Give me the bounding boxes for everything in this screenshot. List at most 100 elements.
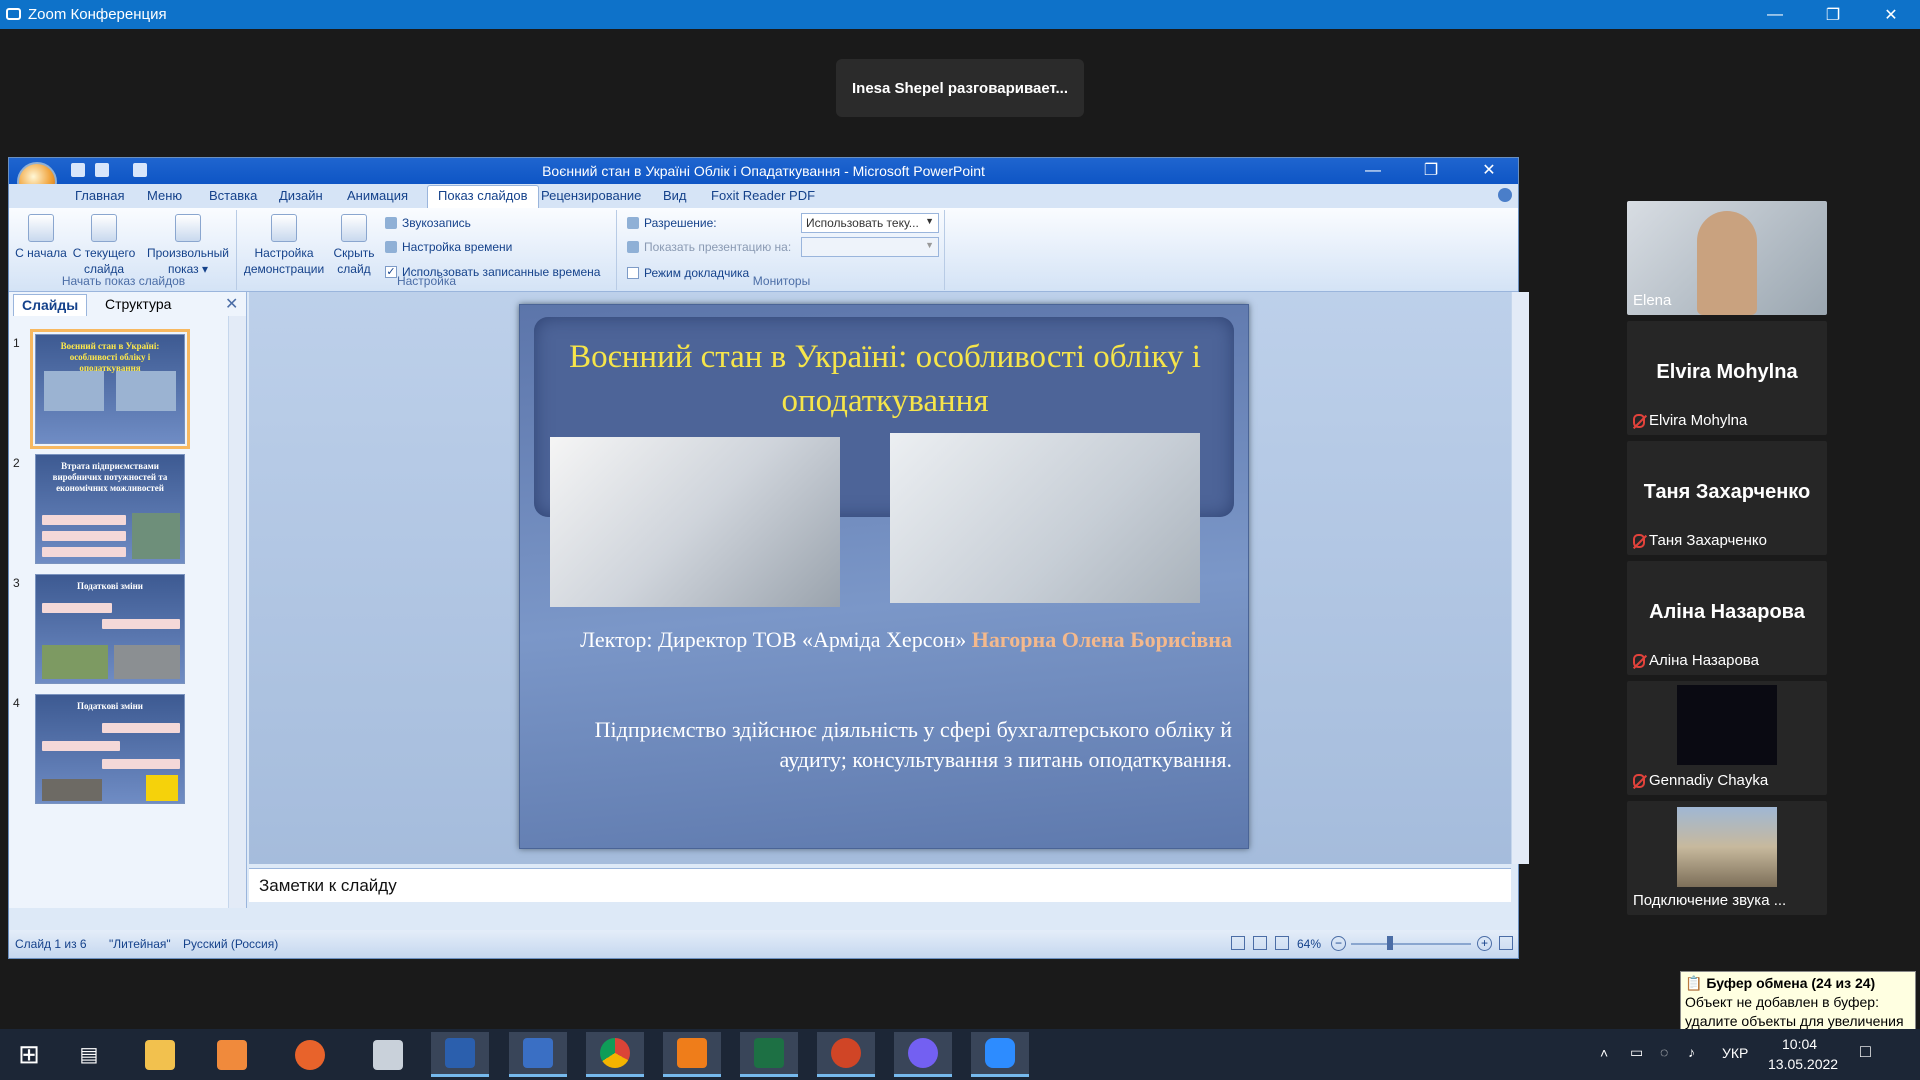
thumb-block xyxy=(42,547,126,557)
firefox-button[interactable] xyxy=(281,1032,339,1077)
zoom-in-icon[interactable]: + xyxy=(1477,936,1492,951)
tab-insert[interactable]: Вставка xyxy=(209,188,257,203)
start-button[interactable]: ⊞ xyxy=(0,1032,58,1077)
speaker-icon[interactable]: ♪ xyxy=(1688,1044,1695,1060)
tab-home[interactable]: Главная xyxy=(75,188,124,203)
tab-design[interactable]: Дизайн xyxy=(279,188,323,203)
slide-thumbnail-2[interactable]: Втрата підприємствами виробничих потужно… xyxy=(35,454,185,564)
participant-tile[interactable]: Аліна Назарова Аліна Назарова xyxy=(1627,561,1827,675)
group-setup-label: Настройка xyxy=(396,274,457,288)
undo-icon[interactable] xyxy=(95,163,109,177)
slides-pane: Слайды Структура ✕ 1 Воєнний стан в Укра… xyxy=(9,292,247,908)
sorter-view-icon[interactable] xyxy=(1253,936,1267,950)
muted-mic-icon xyxy=(1633,653,1645,668)
slide-lecturer: Лектор: Директор ТОВ «Арміда Херсон» Наг… xyxy=(560,625,1232,655)
participant-tile[interactable]: Elena xyxy=(1627,201,1827,315)
powerpoint-icon xyxy=(831,1038,861,1068)
from-start-button[interactable]: С начала xyxy=(15,214,67,261)
participant-display-name: Аліна Назарова xyxy=(1649,601,1805,623)
lecturer-prefix: Лектор: Директор ТОВ «Арміда Херсон» xyxy=(580,627,972,652)
record-narration-button[interactable]: Звукозапись xyxy=(385,216,471,230)
lecturer-name: Нагорна Олена Борисівна xyxy=(971,627,1232,652)
chevron-down-icon: ▼ xyxy=(925,240,934,250)
slide-thumbnail-3[interactable]: Податкові зміни xyxy=(35,574,185,684)
participant-tile[interactable]: Таня Захарченко Таня Захарченко xyxy=(1627,441,1827,555)
participant-display-name: Таня Захарченко xyxy=(1643,481,1811,503)
thumb-block xyxy=(42,515,126,525)
rehearse-timings-button[interactable]: Настройка времени xyxy=(385,240,512,254)
word-button[interactable] xyxy=(431,1032,489,1077)
thumb-block xyxy=(102,619,180,629)
setup-show-button[interactable]: Настройка демонстрации xyxy=(239,214,329,277)
clock-date[interactable]: 13.05.2022 xyxy=(1768,1056,1838,1072)
custom-show-button[interactable]: Произвольный показ ▾ xyxy=(143,214,233,277)
tab-outline[interactable]: Структура xyxy=(97,294,179,316)
ppt-minimize-icon[interactable]: — xyxy=(1344,158,1402,184)
redo-icon[interactable] xyxy=(133,163,147,177)
tab-animation[interactable]: Анимация xyxy=(347,188,408,203)
slide-description: Підприємство здійснює діяльність у сфері… xyxy=(594,717,1232,772)
from-current-label: С текущего слайда xyxy=(72,246,136,276)
save-app-button[interactable] xyxy=(509,1032,567,1077)
slide-scrollbar[interactable] xyxy=(1511,292,1529,864)
battery-icon[interactable]: ▭ xyxy=(1630,1044,1643,1061)
ppt-close-icon[interactable]: ✕ xyxy=(1460,158,1518,184)
tab-slide-show[interactable]: Показ слайдов xyxy=(427,185,539,208)
calculator-button[interactable] xyxy=(359,1032,417,1077)
tab-view[interactable]: Вид xyxy=(663,188,687,203)
zoom-icon xyxy=(985,1038,1015,1068)
restore-icon[interactable]: ❐ xyxy=(1804,0,1862,29)
notes-pane[interactable]: Заметки к слайду xyxy=(249,868,1511,902)
help-icon[interactable] xyxy=(1498,188,1512,202)
powerpoint-button[interactable] xyxy=(817,1032,875,1077)
input-language[interactable]: УКР xyxy=(1722,1045,1748,1061)
tab-foxit[interactable]: Foxit Reader PDF xyxy=(711,188,815,203)
participant-tile[interactable]: Gennadiy Chayka xyxy=(1627,681,1827,795)
thumb-photo xyxy=(42,779,102,801)
zoom-slider[interactable] xyxy=(1351,943,1471,945)
hide-slide-button[interactable]: Скрыть слайд xyxy=(329,214,379,277)
thumb-photo xyxy=(132,513,180,559)
show-on-dropdown[interactable]: ▼ xyxy=(801,237,939,257)
thumb-block xyxy=(42,531,126,541)
slide[interactable]: Воєнний стан в Україні: особливості облі… xyxy=(519,304,1249,849)
ppt-restore-icon[interactable]: ❐ xyxy=(1402,158,1460,184)
clock-time[interactable]: 10:04 xyxy=(1782,1036,1817,1052)
file-explorer-button[interactable] xyxy=(131,1032,189,1077)
task-view-icon: ▤ xyxy=(79,1044,99,1066)
close-icon[interactable]: ✕ xyxy=(1862,0,1920,29)
chrome-button[interactable] xyxy=(586,1032,644,1077)
active-speaker-banner: Inesa Shepel разговаривает... xyxy=(836,59,1084,117)
chevron-up-icon[interactable]: ˄ xyxy=(1600,1045,1608,1061)
from-current-button[interactable]: С текущего слайда xyxy=(67,214,141,277)
slide-thumbnail-4[interactable]: Податкові зміни xyxy=(35,694,185,804)
media-player-button[interactable] xyxy=(203,1032,261,1077)
zoom-out-icon[interactable]: − xyxy=(1331,936,1346,951)
resolution-dropdown[interactable]: Использовать теку... ▼ xyxy=(801,213,939,233)
foxit-button[interactable] xyxy=(663,1032,721,1077)
participant-tile[interactable]: Подключение звука ... xyxy=(1627,801,1827,915)
zoom-slider-thumb[interactable] xyxy=(1387,936,1393,950)
task-view-button[interactable]: ▤ xyxy=(60,1032,118,1077)
tab-slides[interactable]: Слайды xyxy=(13,294,88,316)
folder-icon xyxy=(145,1039,175,1070)
pane-tabs: Слайды Структура ✕ xyxy=(9,292,247,316)
slide-thumbnail-1[interactable]: Воєнний стан в Україні: особливості облі… xyxy=(30,329,190,449)
tab-menu[interactable]: Меню xyxy=(147,188,182,203)
zoom-button[interactable] xyxy=(971,1032,1029,1077)
warning-sign-icon xyxy=(146,775,178,801)
minimize-icon[interactable]: — xyxy=(1746,0,1804,29)
tab-review[interactable]: Рецензирование xyxy=(541,188,641,203)
close-pane-icon[interactable]: ✕ xyxy=(225,294,238,314)
save-icon[interactable] xyxy=(71,163,85,177)
ribbon-tabs: Главная Меню Вставка Дизайн Анимация Пок… xyxy=(9,184,1518,208)
viber-button[interactable] xyxy=(894,1032,952,1077)
normal-view-icon[interactable] xyxy=(1231,936,1245,950)
fit-window-icon[interactable] xyxy=(1499,936,1513,950)
slideshow-view-icon[interactable] xyxy=(1275,936,1289,950)
excel-button[interactable] xyxy=(740,1032,798,1077)
participant-tile[interactable]: Elvira Mohylna Elvira Mohylna xyxy=(1627,321,1827,435)
notifications-icon[interactable]: □ xyxy=(1860,1041,1871,1062)
slides-scrollbar[interactable] xyxy=(228,316,246,908)
wifi-icon[interactable]: ◌ xyxy=(1660,1044,1668,1060)
